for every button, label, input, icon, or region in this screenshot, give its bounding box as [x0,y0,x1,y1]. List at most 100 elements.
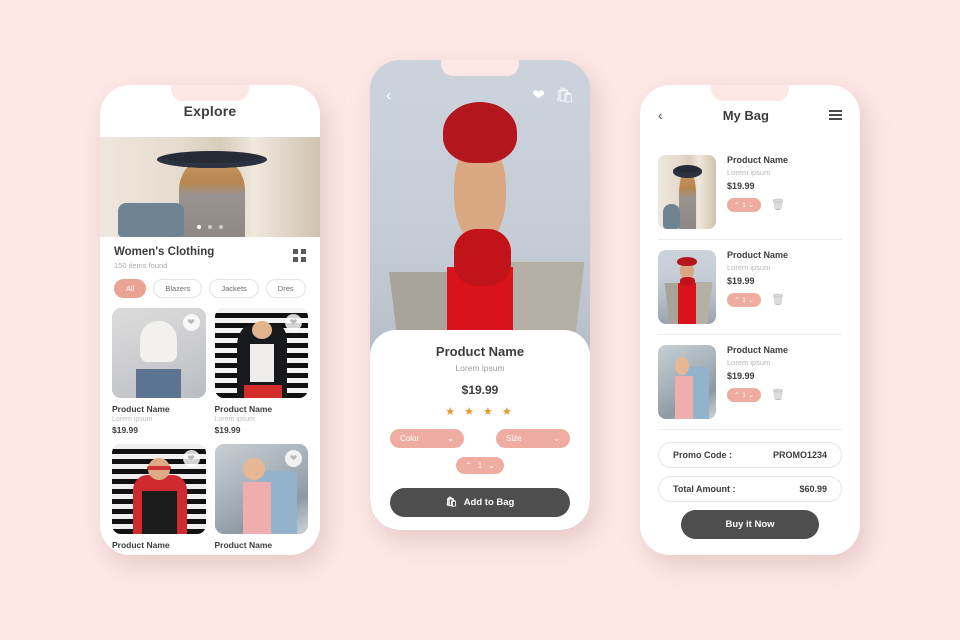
grid-cell [293,249,298,254]
heart-icon[interactable]: ❤ [182,450,200,467]
quantity-stepper[interactable]: ⌃ 1 ⌄ [456,457,504,474]
bag-item-name: Product Name [727,155,789,165]
back-button[interactable]: ‹ [386,88,391,103]
bag-item-thumbnail[interactable] [658,345,716,419]
bag-item-name: Product Name [727,345,789,355]
trash-icon[interactable]: 🗑 [771,199,785,211]
chevron-up-icon[interactable]: ⌃ [465,461,472,470]
product-image[interactable]: ❤ [112,308,206,398]
promo-code-value: PROMO1234 [772,450,827,460]
chevron-up-icon[interactable]: ⌃ [734,201,739,209]
filter-chip-jackets[interactable]: Jackets [209,279,259,298]
size-select[interactable]: Size ⌄ [496,429,570,448]
heart-icon[interactable]: ❤ [182,314,200,331]
heart-icon[interactable]: ❤ [285,314,302,331]
back-button[interactable]: ‹ [658,108,663,122]
order-summary: Promo Code : PROMO1234 Total Amount : $6… [640,430,860,539]
category-text-group: Women's Clothing 150 items found [114,246,214,270]
product-price: $19.99 [214,425,241,435]
heart-icon[interactable]: ❤ [532,88,545,103]
chevron-down-icon[interactable]: ⌄ [749,391,754,399]
product-grid: ❤ Product Name Lorem ipsum $19.99 ❤ Prod… [100,298,320,550]
add-to-bag-button[interactable]: 🛍 Add to Bag [390,488,570,517]
carousel-dot-1[interactable] [197,225,201,229]
color-select-label: Color [400,434,420,443]
phone-notch [441,60,519,76]
buy-it-now-button[interactable]: Buy it Now [681,510,819,539]
product-image[interactable]: ❤ [214,308,308,398]
bag-item-thumbnail[interactable] [658,155,716,229]
art-shape [242,458,265,480]
art-shape [242,481,271,534]
trash-icon[interactable]: 🗑 [771,389,785,401]
product-card[interactable]: ❤ Product Name Lorem ipsum $19.99 [112,308,206,435]
bag-item[interactable]: Product Name Lorem ipsum $19.99 ⌃ 1 ⌄ 🗑 [658,145,842,239]
product-subtitle: Lorem ipsum [214,416,255,423]
page-title: Explore [183,103,237,119]
product-info-sheet: Product Name Lorem ipsum $19.99 ★ ★ ★ ★ … [370,330,590,530]
trash-icon[interactable]: 🗑 [771,294,785,306]
bag-item-art [658,345,716,419]
chevron-down-icon[interactable]: ⌄ [488,461,495,470]
chevron-down-icon[interactable]: ⌄ [749,296,754,304]
bag-item-art [658,250,716,324]
burger-line [829,114,842,116]
carousel-dot-2[interactable] [208,225,212,229]
phone-my-bag: ‹ My Bag Product Name Lorem ipsum $19.99 [640,85,860,555]
bag-item-name: Product Name [727,250,789,260]
product-subtitle: Lorem ipsum [455,363,505,373]
filter-chip-blazers[interactable]: Blazers [153,279,203,298]
bag-item[interactable]: Product Name Lorem ipsum $19.99 ⌃ 1 ⌄ 🗑 [658,335,842,429]
quantity-stepper[interactable]: ⌃ 1 ⌄ [727,388,761,402]
chevron-down-icon[interactable]: ⌄ [749,201,754,209]
size-select-label: Size [506,434,522,443]
bag-item-thumbnail[interactable] [658,250,716,324]
phone-product-detail: ‹ ❤ 🛍 Product Name Lorem ipsum $19.99 ★ … [370,60,590,530]
art-shape [250,344,275,382]
promo-code-label: Promo Code : [673,450,733,460]
quantity-stepper[interactable]: ⌃ 1 ⌄ [727,198,761,212]
product-card[interactable]: ❤ Product Name [112,444,206,550]
product-detail-topbar: ‹ ❤ 🛍 [370,88,590,103]
color-select[interactable]: Color ⌄ [390,429,464,448]
grid-view-icon[interactable] [293,249,306,262]
promo-code-row[interactable]: Promo Code : PROMO1234 [658,442,842,468]
quantity-stepper[interactable]: ⌃ 1 ⌄ [727,293,761,307]
items-found-count: 150 items found [114,261,168,270]
product-image[interactable]: ❤ [112,444,206,534]
shopping-bag-icon[interactable]: 🛍 [555,88,574,103]
product-price: $19.99 [112,425,138,435]
hero-banner[interactable] [100,137,320,237]
art-shape [442,102,518,164]
filter-chip-row[interactable]: All Blazers Jackets Dres [100,270,320,298]
carousel-dot-3[interactable] [219,225,223,229]
bag-item-controls: ⌃ 1 ⌄ 🗑 [727,388,842,402]
chevron-down-icon: ⌄ [447,434,454,443]
art-shape [680,276,696,286]
filter-chip-dresses[interactable]: Dres [265,279,306,298]
hamburger-menu-icon[interactable] [829,110,842,120]
category-header: Women's Clothing 150 items found [100,237,320,270]
filter-chip-all[interactable]: All [114,279,147,298]
product-name: Product Name [112,404,170,414]
quantity-value: 1 [742,201,746,209]
chevron-up-icon[interactable]: ⌃ [734,296,739,304]
phone-explore: Explore Women's Clothing 150 items found [100,85,320,555]
art-shape [678,282,696,324]
hero-image [100,137,320,237]
product-name: Product Name [214,404,273,414]
bag-item[interactable]: Product Name Lorem ipsum $19.99 ⌃ 1 ⌄ 🗑 [658,240,842,334]
page-title: My Bag [722,107,769,123]
product-card[interactable]: ❤ Product Name [214,444,308,550]
total-amount-label: Total Amount : [673,484,736,494]
carousel-dots[interactable] [197,225,223,229]
chevron-up-icon[interactable]: ⌃ [734,391,739,399]
product-name: Product Name [435,344,525,359]
heart-icon[interactable]: ❤ [285,450,302,467]
art-shape [677,256,697,267]
product-image[interactable]: ❤ [214,444,308,534]
product-card[interactable]: ❤ Product Name Lorem ipsum $19.99 [214,308,308,435]
art-shape [675,376,693,419]
add-to-bag-label: Add to Bag [463,497,515,508]
bag-item-price: $19.99 [727,371,755,381]
